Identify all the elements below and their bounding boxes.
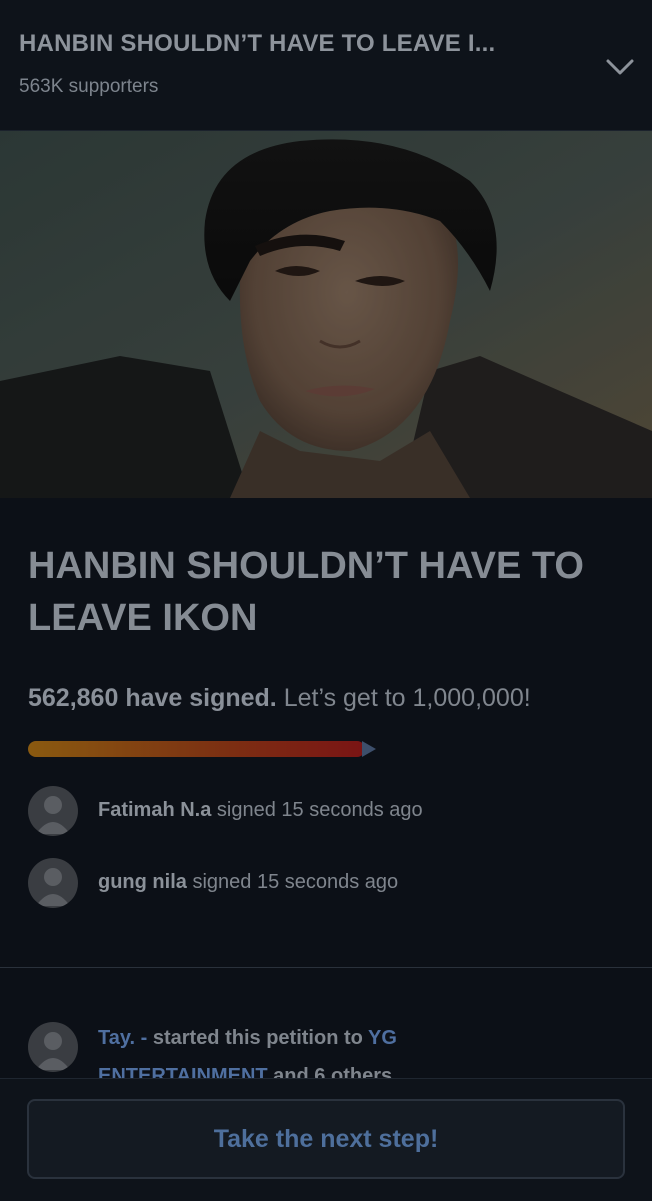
take-next-step-button[interactable]: Take the next step! xyxy=(27,1099,625,1179)
goal-text: Let’s get to 1,000,000! xyxy=(276,684,531,712)
recent-signer-2: gung nila signed 15 seconds ago xyxy=(28,858,628,908)
avatar xyxy=(28,1022,78,1072)
starter-action: started this petition to xyxy=(147,1027,369,1049)
petition-title: HANBIN SHOULDN’T HAVE TO LEAVE IKON xyxy=(28,545,584,639)
section-divider xyxy=(0,967,652,968)
avatar xyxy=(28,858,78,908)
chevron-down-icon[interactable] xyxy=(603,52,637,82)
header-title: HANBIN SHOULDN’T HAVE TO LEAVE I... xyxy=(19,30,496,57)
petition-photo xyxy=(0,131,652,498)
signed-count: 562,860 have signed. xyxy=(28,684,277,712)
signer-name: Fatimah N.a xyxy=(98,799,212,821)
recent-signer-1: Fatimah N.a signed 15 seconds ago xyxy=(28,786,628,836)
avatar xyxy=(28,786,78,836)
petition-header: HANBIN SHOULDN’T HAVE TO LEAVE I... 563K… xyxy=(0,0,652,131)
signature-progress-bar xyxy=(28,741,376,757)
signer-action: signed 15 seconds ago xyxy=(211,799,423,821)
petition-starter: Tay. - started this petition to YG ENTER… xyxy=(28,1022,628,1082)
starter-name-link[interactable]: Tay. - xyxy=(98,1027,147,1049)
sticky-footer: Take the next step! xyxy=(0,1078,652,1201)
supporters-count: 563K supporters xyxy=(19,76,159,97)
signature-progress-text: 562,860 have signed. Let’s get to 1,000,… xyxy=(28,684,638,713)
signer-action: signed 15 seconds ago xyxy=(186,871,399,893)
signer-name: gung nila xyxy=(98,871,187,893)
